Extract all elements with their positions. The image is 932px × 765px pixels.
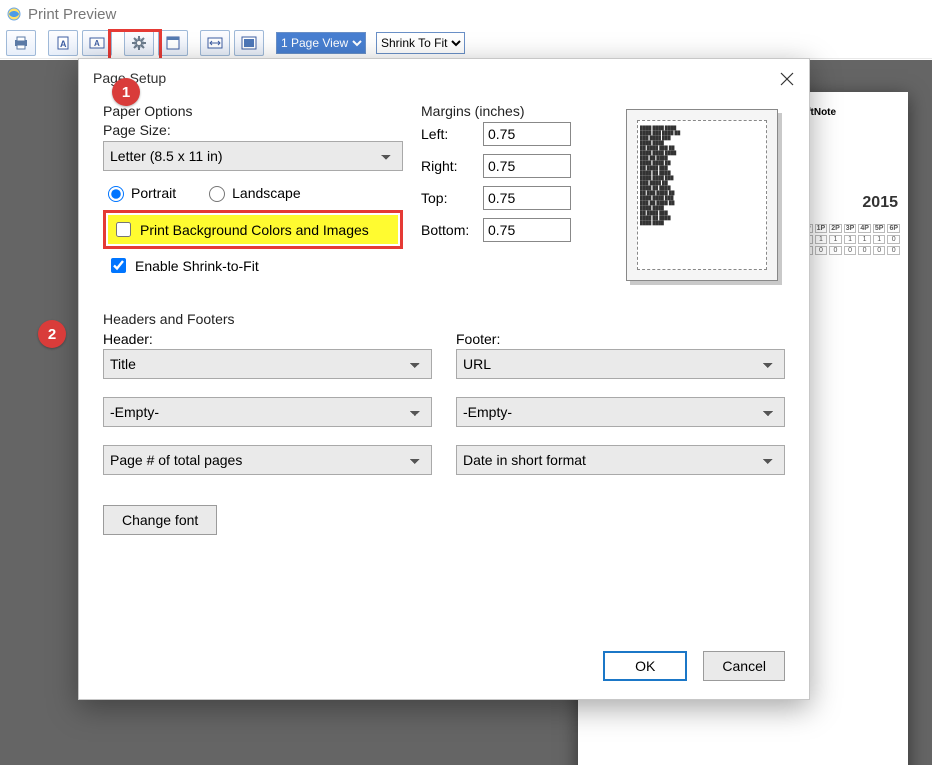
portrait-button[interactable]: A <box>48 30 78 56</box>
close-button[interactable] <box>773 65 801 93</box>
header-3-select[interactable]: Page # of total pages <box>103 445 432 475</box>
landscape-radio-label[interactable]: Landscape <box>204 183 301 202</box>
full-width-button[interactable] <box>200 30 230 56</box>
page-size-select[interactable]: Letter (8.5 x 11 in) <box>103 141 403 171</box>
margin-left-label: Left: <box>421 126 483 142</box>
print-background-checkbox[interactable] <box>116 222 131 237</box>
header-2-select[interactable]: -Empty- <box>103 397 432 427</box>
footer-2-select[interactable]: -Empty- <box>456 397 785 427</box>
svg-text:A: A <box>60 39 67 49</box>
margin-right-input[interactable] <box>483 154 571 178</box>
page-size-label: Page Size: <box>103 122 403 138</box>
footer-3-select[interactable]: Date in short format <box>456 445 785 475</box>
header-1-select[interactable]: Title <box>103 349 432 379</box>
page-setup-dialog: Page Setup Paper Options Page Size: Lett… <box>78 58 810 700</box>
margin-left-input[interactable] <box>483 122 571 146</box>
window-title: Print Preview <box>28 6 116 23</box>
annotation-badge-2: 2 <box>38 320 66 348</box>
print-button[interactable] <box>6 30 36 56</box>
preview-year: 2015 <box>862 194 898 212</box>
full-page-button[interactable] <box>234 30 264 56</box>
paper-options-label: Paper Options <box>103 103 403 119</box>
ie-icon <box>6 6 22 22</box>
margins-label: Margins (inches) <box>421 103 601 119</box>
change-font-button[interactable]: Change font <box>103 505 217 535</box>
portrait-radio-label[interactable]: Portrait <box>103 183 176 202</box>
ok-button[interactable]: OK <box>603 651 687 681</box>
cancel-button[interactable]: Cancel <box>703 651 785 681</box>
headers-footers-button[interactable] <box>158 30 188 56</box>
window-titlebar: Print Preview <box>0 0 932 28</box>
landscape-button[interactable]: A <box>82 30 112 56</box>
page-thumbnail: ████ ████ ████████ ███ ████ █████ ████ █… <box>626 109 778 281</box>
annotation-badge-1: 1 <box>112 78 140 106</box>
toolbar: A A 1 Page View Shrink To Fit <box>0 28 932 59</box>
margin-top-input[interactable] <box>483 186 571 210</box>
shrink-to-fit-checkbox[interactable] <box>111 258 126 273</box>
margin-bottom-input[interactable] <box>483 218 571 242</box>
margin-top-label: Top: <box>421 190 483 206</box>
header-label: Header: <box>103 331 432 347</box>
page-view-select[interactable]: 1 Page View <box>276 32 366 54</box>
margin-bottom-label: Bottom: <box>421 222 483 238</box>
margin-right-label: Right: <box>421 158 483 174</box>
page-setup-button[interactable] <box>124 30 154 56</box>
portrait-radio[interactable] <box>108 186 124 202</box>
svg-text:A: A <box>94 39 100 48</box>
shrink-to-fit-label: Enable Shrink-to-Fit <box>135 258 259 274</box>
dialog-titlebar: Page Setup <box>79 59 809 97</box>
headers-footers-label: Headers and Footers <box>103 311 785 327</box>
shrink-select[interactable]: Shrink To Fit <box>376 32 465 54</box>
print-background-label: Print Background Colors and Images <box>140 222 369 238</box>
annotation-box-2: Print Background Colors and Images <box>103 210 403 249</box>
landscape-radio[interactable] <box>209 186 225 202</box>
footer-label: Footer: <box>456 331 785 347</box>
footer-1-select[interactable]: URL <box>456 349 785 379</box>
close-icon <box>780 72 794 86</box>
